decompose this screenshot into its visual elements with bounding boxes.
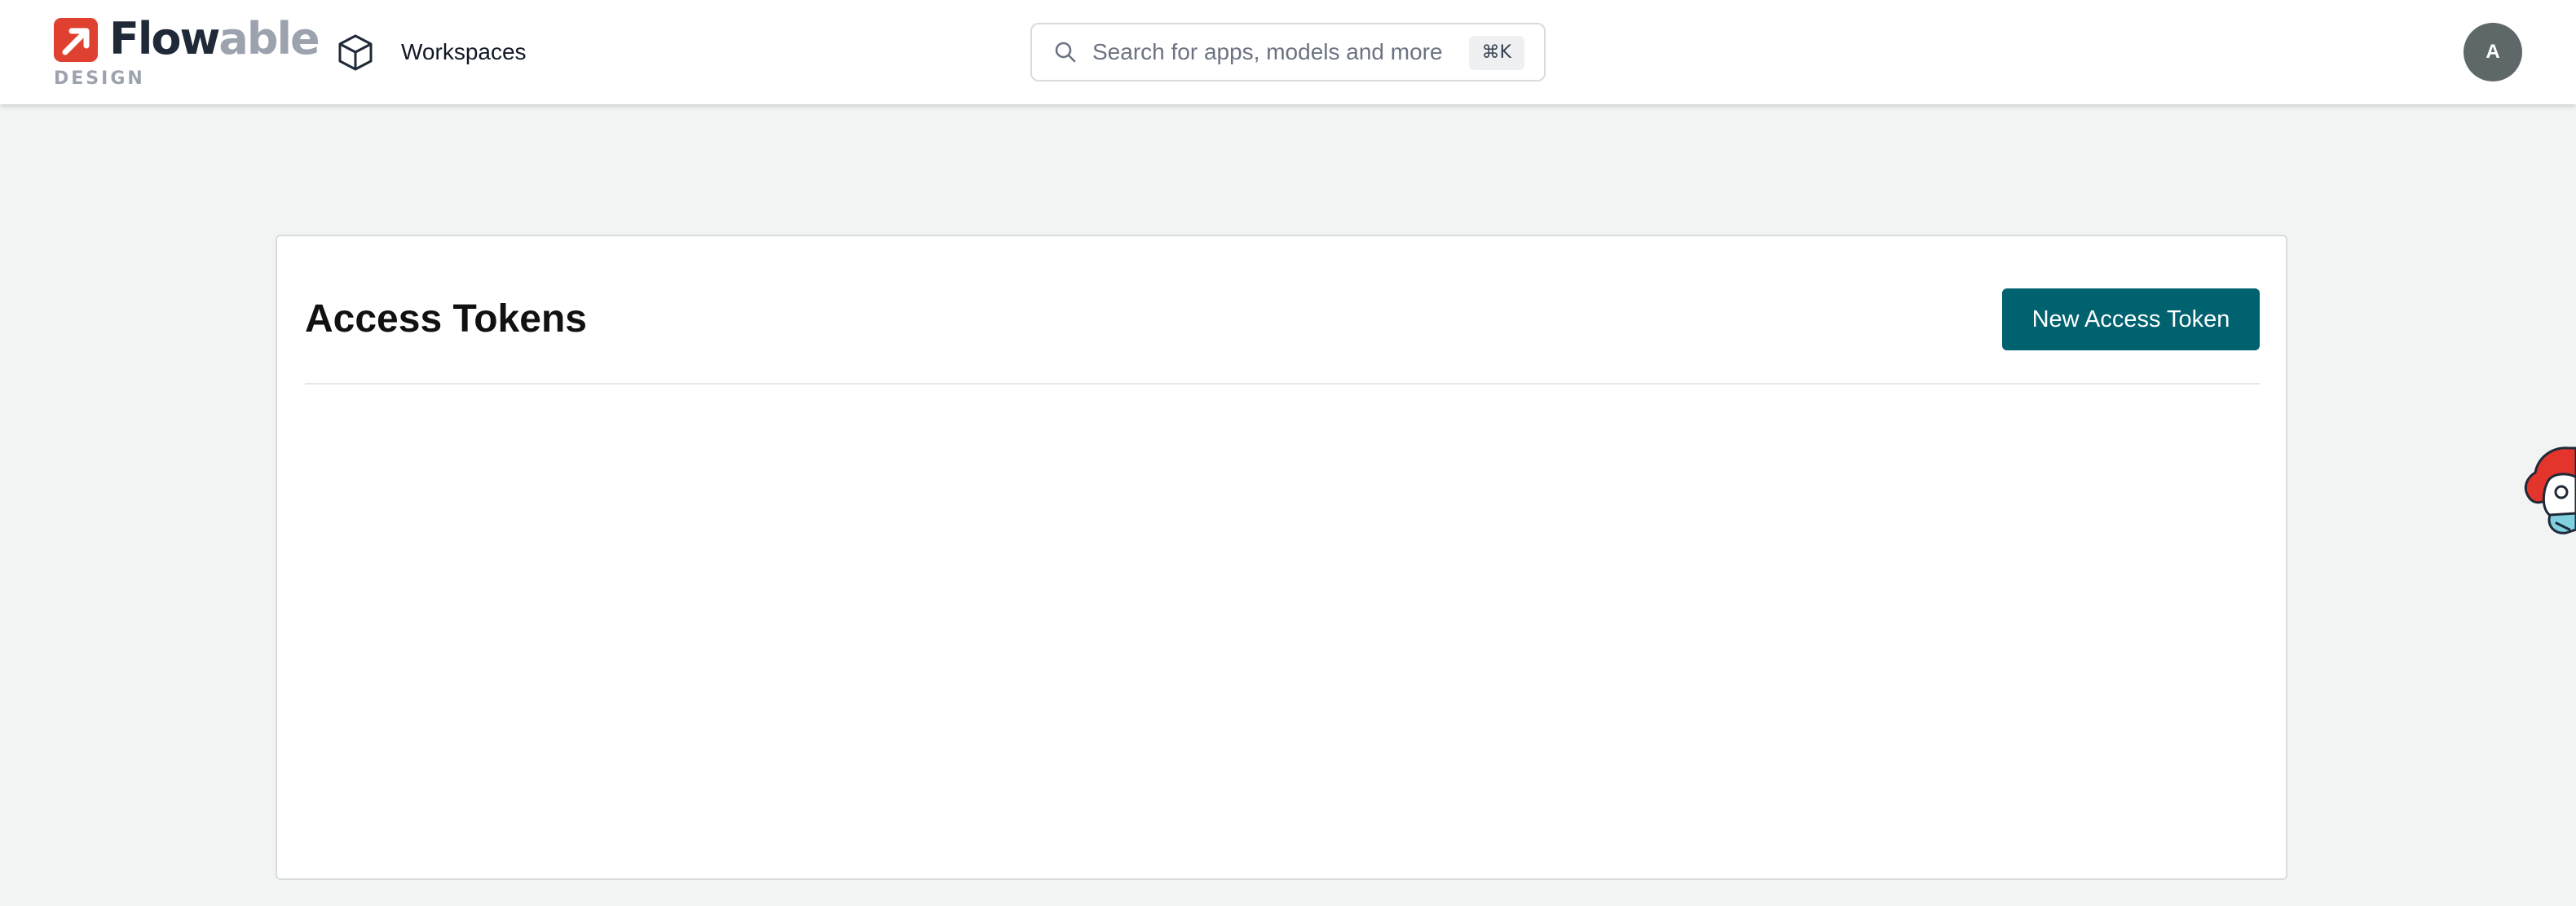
workspaces-label: Workspaces	[401, 39, 527, 64]
logo-wordmark: Flowable	[109, 13, 320, 65]
top-navigation-bar: Flowable DESIGN Workspaces ⌘K A	[0, 0, 2576, 104]
user-avatar[interactable]: A	[2464, 23, 2522, 81]
cube-icon	[338, 34, 373, 71]
access-tokens-panel: Access Tokens New Access Token	[276, 235, 2287, 880]
header-divider	[305, 383, 2260, 385]
search-shortcut-badge: ⌘K	[1468, 36, 1524, 70]
search-input[interactable]	[1092, 39, 1451, 65]
logo-subtitle: DESIGN	[54, 68, 145, 89]
flowable-design-logo[interactable]: Flowable DESIGN	[54, 13, 320, 91]
workspaces-nav-link[interactable]: Workspaces	[334, 0, 527, 104]
flowable-mascot-icon[interactable]	[2521, 445, 2576, 543]
page-title: Access Tokens	[305, 297, 587, 341]
logo-wordmark-part1: Flow	[109, 13, 220, 64]
global-search-box[interactable]: ⌘K	[1030, 23, 1546, 81]
search-icon	[1055, 42, 1076, 63]
logo-wordmark-part2: able	[218, 13, 320, 64]
new-access-token-button[interactable]: New Access Token	[2002, 288, 2260, 350]
flowable-logo-icon	[54, 18, 98, 62]
